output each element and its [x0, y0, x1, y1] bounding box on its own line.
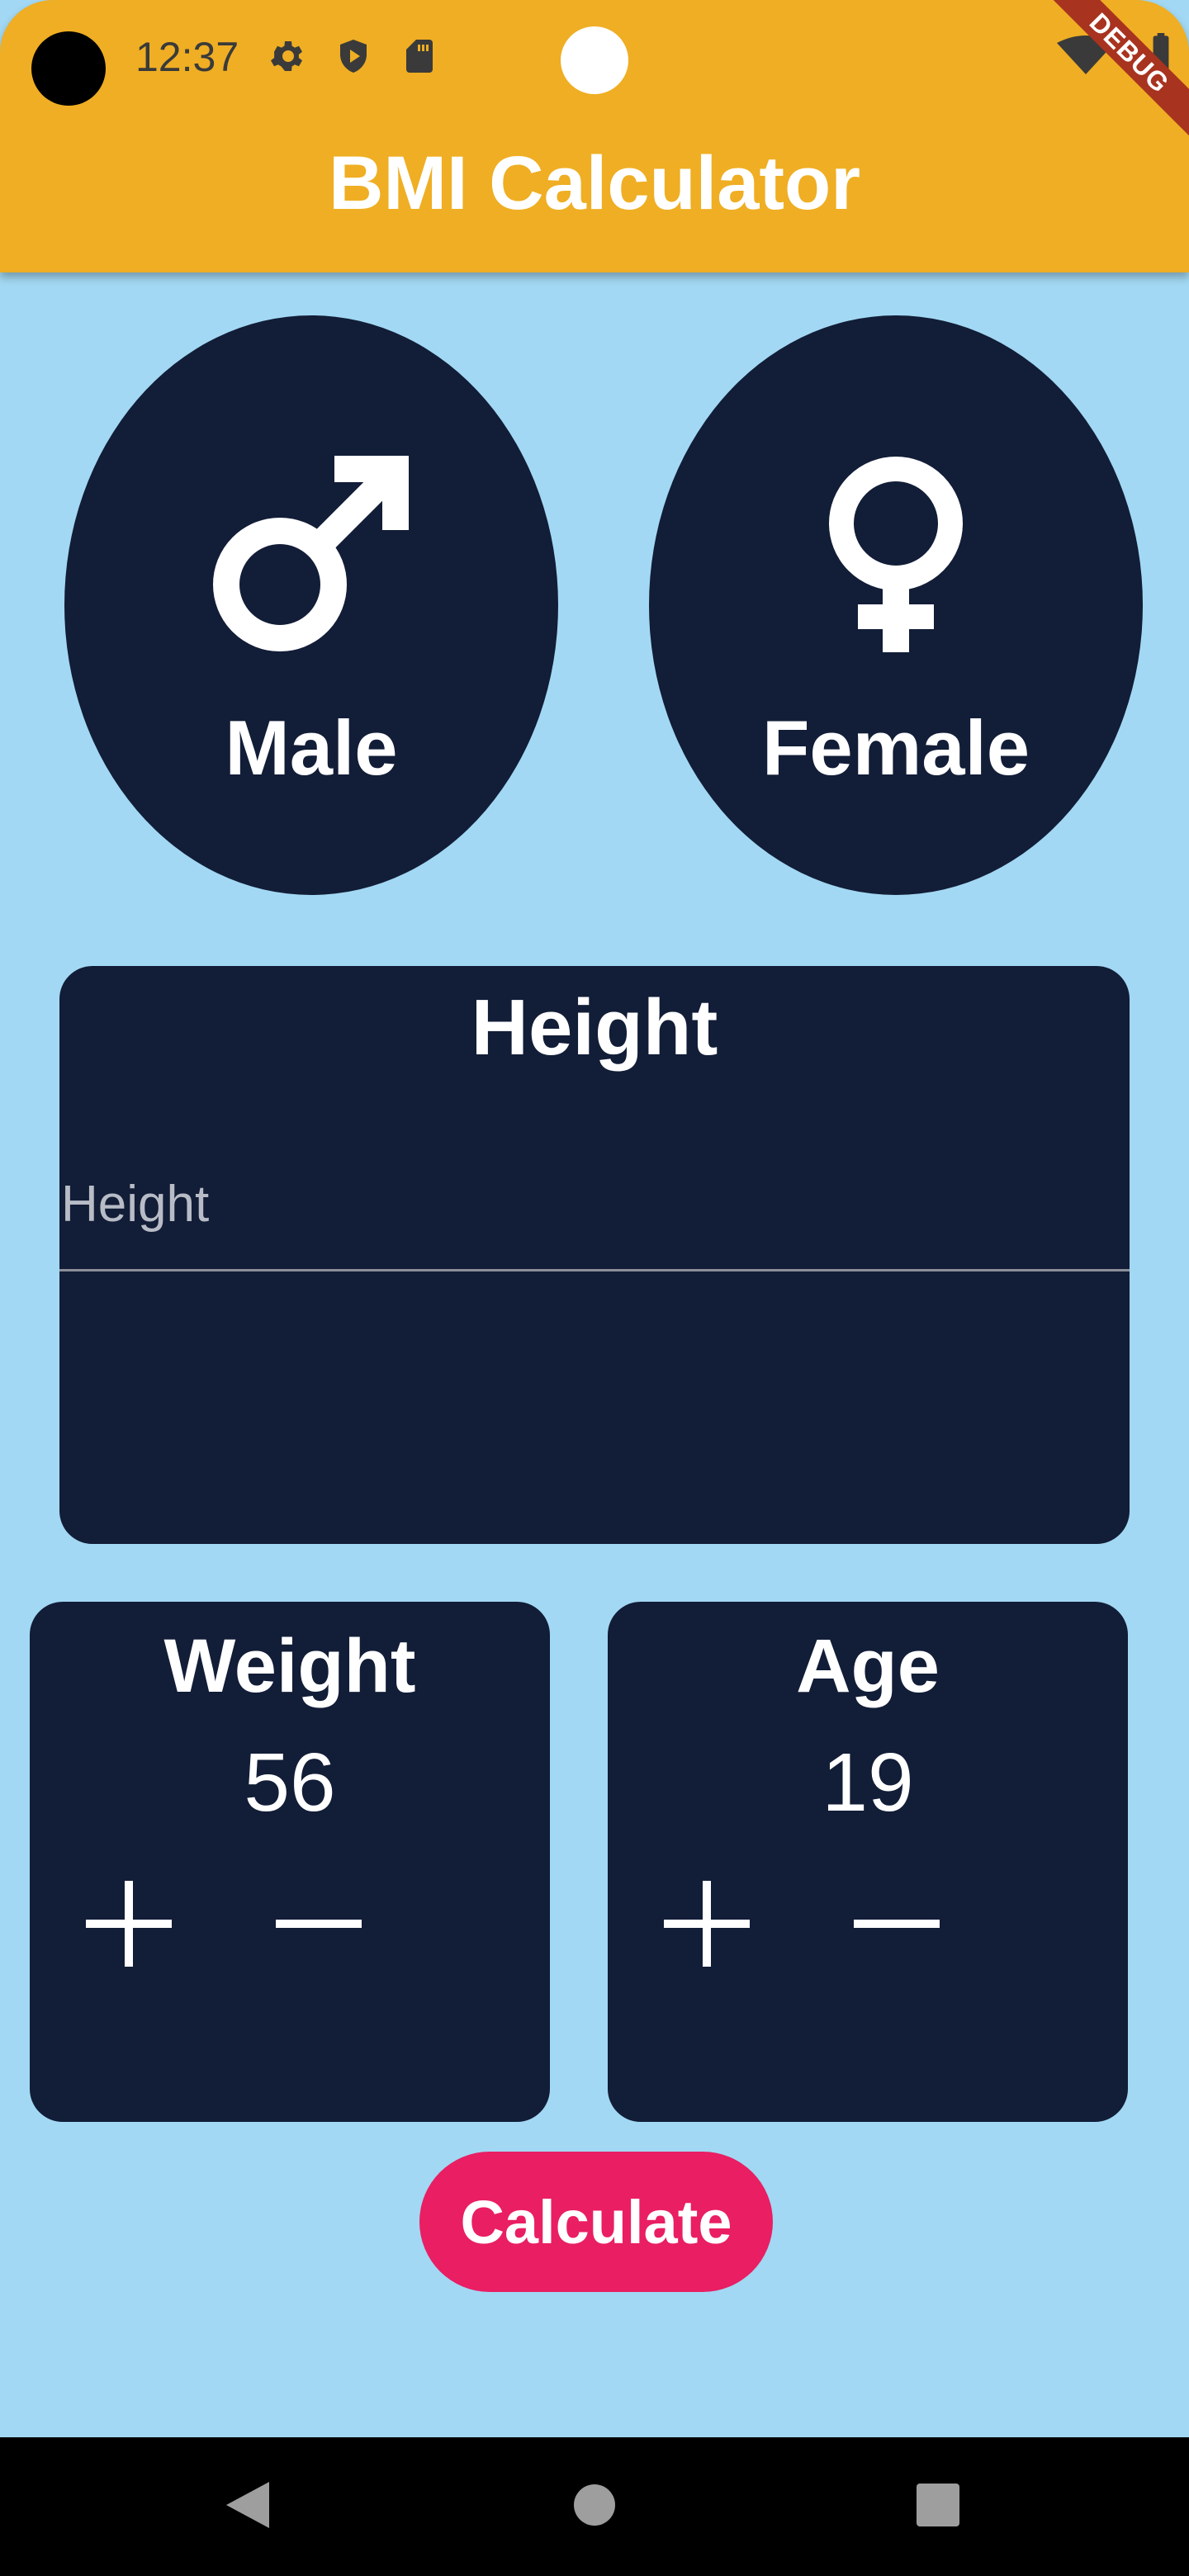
male-symbol-icon	[204, 447, 419, 662]
height-card: Height	[59, 966, 1130, 1544]
age-decrement-button[interactable]	[847, 1874, 946, 1973]
plus-icon	[664, 1881, 750, 1967]
weight-title: Weight	[163, 1624, 416, 1708]
system-nav-bar	[0, 2437, 1189, 2576]
female-label: Female	[762, 704, 1030, 791]
height-title: Height	[471, 983, 718, 1072]
weight-value: 56	[244, 1736, 336, 1829]
front-sensor	[561, 26, 628, 94]
weight-decrement-button[interactable]	[269, 1874, 368, 1973]
age-value: 19	[822, 1736, 914, 1829]
male-card[interactable]: Male	[64, 315, 558, 895]
play-protect-icon	[334, 36, 373, 76]
weight-increment-button[interactable]	[79, 1874, 178, 1973]
nav-home-button[interactable]	[553, 2464, 636, 2546]
age-card: Age 19	[608, 1602, 1128, 2122]
minus-icon	[854, 1920, 940, 1928]
height-input[interactable]	[59, 1139, 1130, 1271]
age-title: Age	[796, 1624, 940, 1708]
female-card[interactable]: Female	[649, 315, 1143, 895]
calculate-button[interactable]: Calculate	[419, 2152, 773, 2292]
recents-icon	[917, 2484, 959, 2526]
sd-card-icon	[400, 36, 439, 76]
page-title: BMI Calculator	[328, 141, 861, 225]
age-increment-button[interactable]	[657, 1874, 756, 1973]
camera-cutout	[31, 31, 106, 106]
status-time: 12:37	[135, 34, 239, 80]
male-label: Male	[225, 704, 398, 791]
back-icon	[226, 2482, 269, 2528]
app-screen: 12:37 DEBUG BMI Calculator Male Female H…	[0, 0, 1189, 2576]
plus-icon	[86, 1881, 172, 1967]
app-bar: 12:37 DEBUG BMI Calculator	[0, 0, 1189, 272]
nav-back-button[interactable]	[206, 2464, 289, 2546]
female-symbol-icon	[789, 447, 1003, 662]
minus-icon	[276, 1920, 362, 1928]
home-icon	[574, 2484, 615, 2526]
weight-card: Weight 56	[30, 1602, 550, 2122]
settings-icon	[268, 36, 308, 76]
nav-recents-button[interactable]	[897, 2464, 979, 2546]
